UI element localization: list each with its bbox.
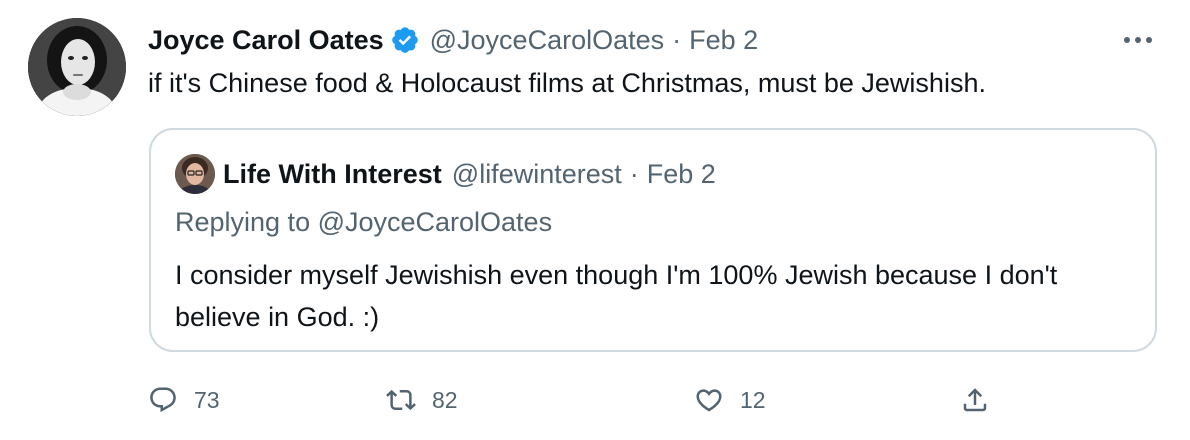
more-options-button[interactable]: [1118, 26, 1158, 54]
like-count: 12: [740, 386, 766, 413]
retweet-count: 82: [432, 386, 458, 413]
retweet-button[interactable]: 82: [386, 378, 458, 422]
more-dots-icon: [1124, 37, 1152, 43]
tweet-actions: 73 82 12: [148, 378, 1148, 422]
author-handle[interactable]: @JoyceCarolOates: [430, 22, 665, 58]
quoted-header-separator: ·: [629, 159, 639, 189]
tweet-header: Joyce Carol Oates @JoyceCarolOates · Feb…: [148, 22, 758, 58]
verified-badge-icon: [390, 25, 420, 55]
quoted-tweet-date: Feb 2: [646, 159, 716, 189]
reply-icon: [150, 387, 176, 413]
tweet-text: if it's Chinese food & Holocaust films a…: [148, 68, 986, 98]
replying-to-text: Replying to @JoyceCarolOates: [175, 207, 553, 237]
like-button[interactable]: 12: [694, 378, 766, 422]
share-button[interactable]: [960, 378, 990, 422]
header-separator: ·: [672, 25, 682, 55]
quoted-tweet-header: Life With Interest @lifewinterest · Feb …: [223, 156, 716, 192]
reply-count: 73: [194, 386, 220, 413]
retweet-icon: [386, 389, 416, 411]
quoted-author-avatar: [175, 154, 215, 194]
tweet-card[interactable]: Joyce Carol Oates @JoyceCarolOates · Feb…: [0, 0, 1190, 440]
author-avatar[interactable]: [28, 18, 126, 116]
quoted-author-name: Life With Interest: [223, 159, 442, 189]
quoted-tweet[interactable]: Life With Interest @lifewinterest · Feb …: [149, 128, 1157, 352]
quoted-tweet-text: I consider myself Jewishish even though …: [175, 260, 1058, 332]
author-avatar-image: [28, 18, 126, 116]
quoted-avatar-image: [175, 154, 215, 194]
quoted-author-handle: @lifewinterest: [451, 159, 622, 189]
reply-button[interactable]: 73: [148, 378, 220, 422]
heart-icon: [696, 389, 722, 412]
share-icon: [963, 388, 987, 412]
tweet-date[interactable]: Feb 2: [689, 22, 758, 58]
author-name[interactable]: Joyce Carol Oates: [148, 22, 384, 58]
